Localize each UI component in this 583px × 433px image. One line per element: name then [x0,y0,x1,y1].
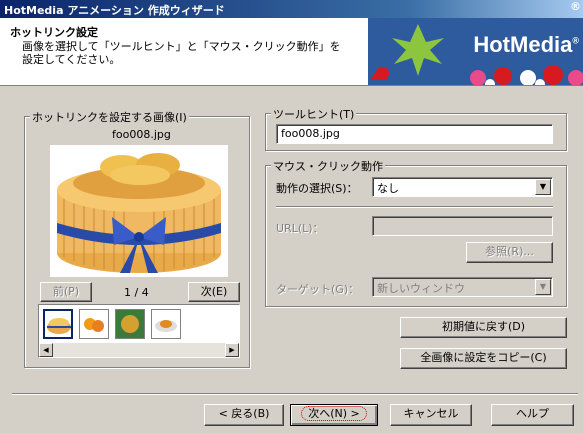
image-group-label: ホットリンクを設定する画像(I) [30,109,189,125]
cake-image [57,153,221,273]
thumbnail-oranges[interactable] [79,309,109,339]
thumbnail-strip: ◀ ▶ [38,304,240,358]
action-label: 動作の選択(S)： [276,182,358,195]
image-preview [50,145,228,277]
brand-name: HotMedia® [473,32,579,57]
thumbnail-pie[interactable] [115,309,145,339]
help-button[interactable]: ヘルプ [491,404,574,426]
image-counter: 1 / 4 [124,286,149,299]
title-bar: HotMedia アニメーション 作成ウィザード ® [0,0,583,18]
banner-description-line1: 画像を選択して「ツールヒント」と「マウス・クリック動作」を [22,40,341,53]
target-select[interactable]: 新しいウィンドウ ▼ [372,277,553,297]
footer-divider [12,393,578,395]
url-input[interactable] [372,216,553,236]
chevron-down-icon[interactable]: ▼ [535,279,551,295]
target-select-value: 新しいウィンドウ [377,282,465,295]
copy-to-all-button[interactable]: 全画像に設定をコピー(C) [400,348,567,369]
banner-description-line2: 設定してください。 [22,53,121,66]
thumbnail-scrollbar[interactable]: ◀ ▶ [39,343,239,357]
chevron-down-icon[interactable]: ▼ [535,179,551,195]
next-image-button[interactable]: 次(E) [188,282,240,302]
thumbnail-plate[interactable] [151,309,181,339]
tooltip-group-label: ツールヒント(T) [271,106,357,122]
title-mark: ® [570,0,581,13]
banner-heading: ホットリンク設定 [10,26,98,39]
banner-description: 画像を選択して「ツールヒント」と「マウス・クリック動作」を 設定してください。 [22,40,341,66]
prev-image-button[interactable]: 前(P) [40,282,92,302]
mouse-action-group-label: マウス・クリック動作 [271,158,385,174]
scroll-right-icon[interactable]: ▶ [225,343,239,357]
cancel-button[interactable]: キャンセル [390,404,472,426]
next-button[interactable]: 次へ(N) > [290,404,378,426]
divider [276,206,553,208]
thumbnail-cake[interactable] [43,309,73,339]
browse-button[interactable]: 参照(R)... [466,242,553,263]
tooltip-input[interactable]: foo008.jpg [276,124,553,144]
image-filename: foo008.jpg [112,128,171,141]
url-label: URL(L)： [276,222,324,235]
reset-defaults-button[interactable]: 初期値に戻す(D) [400,317,567,338]
wizard-banner: ホットリンク設定 画像を選択して「ツールヒント」と「マウス・クリック動作」を 設… [0,18,583,86]
action-select-value: なし [377,182,399,195]
window-title: HotMedia アニメーション 作成ウィザード [4,4,225,17]
scroll-left-icon[interactable]: ◀ [39,343,53,357]
back-button[interactable]: < 戻る(B) [204,404,284,426]
action-select[interactable]: なし ▼ [372,177,553,197]
target-label: ターゲット(G)： [276,283,360,296]
next-button-label: 次へ(N) > [301,406,367,421]
